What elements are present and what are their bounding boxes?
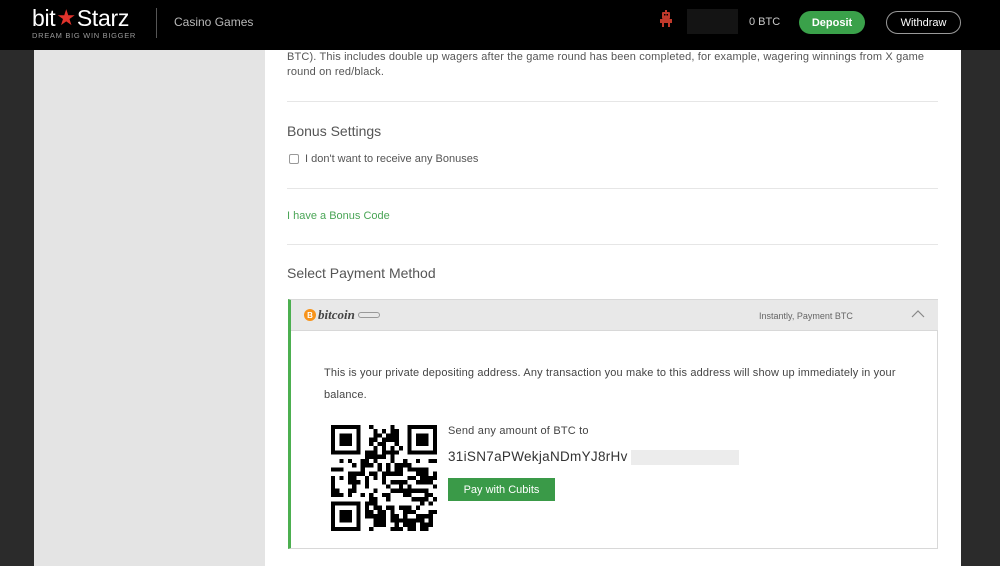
btc-address[interactable]: 31iSN7aPWekjaNDmYJ8rHv [448,449,628,464]
deposit-content: BTC). This includes double up wagers aft… [265,50,961,566]
private-address-info: This is your private depositing address.… [324,367,896,401]
chevron-up-icon[interactable] [911,309,925,319]
balance-box [687,9,738,34]
robot-icon[interactable] [659,10,673,28]
top-header: bit ★ Starz DREAM BIG WIN BIGGER Casino … [0,0,1000,50]
logo-tagline: DREAM BIG WIN BIGGER [32,31,137,40]
payment-info: Instantly, Payment BTC [759,311,853,321]
qr-code-icon [331,425,437,531]
deposit-button[interactable]: Deposit [799,11,865,34]
header-divider [156,8,157,38]
bonus-settings-title: Bonus Settings [287,123,382,139]
payment-method-title: Select Payment Method [287,265,436,281]
divider [287,188,938,189]
no-bonus-option[interactable]: I don't want to receive any Bonuses [289,153,478,165]
divider [287,101,938,102]
logo-text-bit: bit [32,5,56,31]
bitcoin-payment-panel: B bitcoin Instantly, Payment BTC This is… [288,299,938,549]
send-instruction: Send any amount of BTC to [448,425,589,437]
pay-with-cubits-button[interactable]: Pay with Cubits [448,478,555,501]
bitstarz-logo[interactable]: bit ★ Starz DREAM BIG WIN BIGGER [32,5,144,41]
address-redaction [631,450,739,465]
withdraw-button[interactable]: Withdraw [886,11,961,34]
accepted-badge-icon [357,312,380,318]
bitcoin-logo: B bitcoin [304,307,380,323]
bitcoin-logo-text: bitcoin [318,307,355,322]
bonus-code-link[interactable]: I have a Bonus Code [287,210,390,222]
no-bonus-checkbox[interactable] [289,154,299,164]
left-sidebar [34,50,265,566]
divider [287,244,938,245]
bitcoin-icon: B [304,309,316,321]
star-icon: ★ [56,5,76,30]
nav-casino-games[interactable]: Casino Games [174,15,253,29]
wagering-info-text: BTC). This includes double up wagers aft… [287,51,925,78]
no-bonus-label[interactable]: I don't want to receive any Bonuses [305,153,478,165]
balance-amount: 0 BTC [749,16,781,28]
logo-text-starz: Starz [76,5,130,31]
bitcoin-payment-header[interactable]: B bitcoin Instantly, Payment BTC [291,300,938,331]
